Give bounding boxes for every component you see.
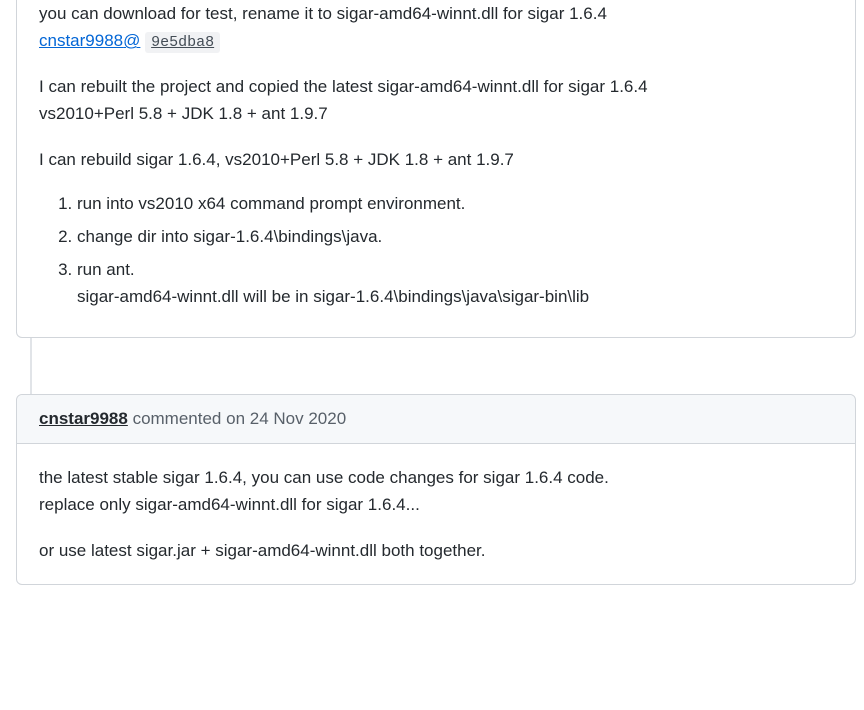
commit-hash-text: 9e5dba8 bbox=[151, 34, 214, 51]
list-item: run ant. sigar-amd64-winnt.dll will be i… bbox=[77, 257, 833, 310]
comment-text: I can rebuild sigar 1.6.4, vs2010+Perl 5… bbox=[39, 150, 514, 169]
comment-paragraph: you can download for test, rename it to … bbox=[39, 0, 833, 55]
comment-paragraph: or use latest sigar.jar + sigar-amd64-wi… bbox=[39, 537, 833, 564]
comment-body-1: you can download for test, rename it to … bbox=[17, 0, 855, 337]
list-item: run into vs2010 x64 command prompt envir… bbox=[77, 191, 833, 217]
step-subtext: sigar-amd64-winnt.dll will be in sigar-1… bbox=[77, 284, 833, 310]
comment-text: the latest stable sigar 1.6.4, you can u… bbox=[39, 468, 609, 487]
comment-text: replace only sigar-amd64-winnt.dll for s… bbox=[39, 495, 420, 514]
step-text: change dir into sigar-1.6.4\bindings\jav… bbox=[77, 227, 382, 246]
steps-list: run into vs2010 x64 command prompt envir… bbox=[39, 191, 833, 310]
comment-text: I can rebuilt the project and copied the… bbox=[39, 77, 648, 96]
comment-paragraph: I can rebuilt the project and copied the… bbox=[39, 73, 833, 127]
user-mention-link[interactable]: cnstar9988@ bbox=[39, 31, 140, 50]
comment-header: cnstar9988 commented on 24 Nov 2020 bbox=[17, 395, 855, 444]
comment-block-1: you can download for test, rename it to … bbox=[16, 0, 856, 338]
comment-paragraph: the latest stable sigar 1.6.4, you can u… bbox=[39, 464, 833, 518]
comment-text: vs2010+Perl 5.8 + JDK 1.8 + ant 1.9.7 bbox=[39, 104, 328, 123]
comment-action-date: commented on 24 Nov 2020 bbox=[128, 409, 346, 428]
comment-author-link[interactable]: cnstar9988 bbox=[39, 409, 128, 428]
list-item: change dir into sigar-1.6.4\bindings\jav… bbox=[77, 224, 833, 250]
step-text: run ant. bbox=[77, 260, 135, 279]
comment-paragraph: I can rebuild sigar 1.6.4, vs2010+Perl 5… bbox=[39, 146, 833, 173]
mention-name: cnstar9988 bbox=[39, 31, 123, 50]
comment-body-2: the latest stable sigar 1.6.4, you can u… bbox=[17, 444, 855, 584]
mention-at: @ bbox=[123, 31, 140, 50]
comment-text: you can download for test, rename it to … bbox=[39, 4, 607, 23]
timeline-connector bbox=[30, 338, 864, 394]
commit-hash-link[interactable]: 9e5dba8 bbox=[145, 32, 220, 53]
author-name: cnstar9988 bbox=[39, 409, 128, 428]
comment-block-2: cnstar9988 commented on 24 Nov 2020 the … bbox=[16, 394, 856, 585]
comment-text: or use latest sigar.jar + sigar-amd64-wi… bbox=[39, 541, 486, 560]
step-text: run into vs2010 x64 command prompt envir… bbox=[77, 194, 465, 213]
